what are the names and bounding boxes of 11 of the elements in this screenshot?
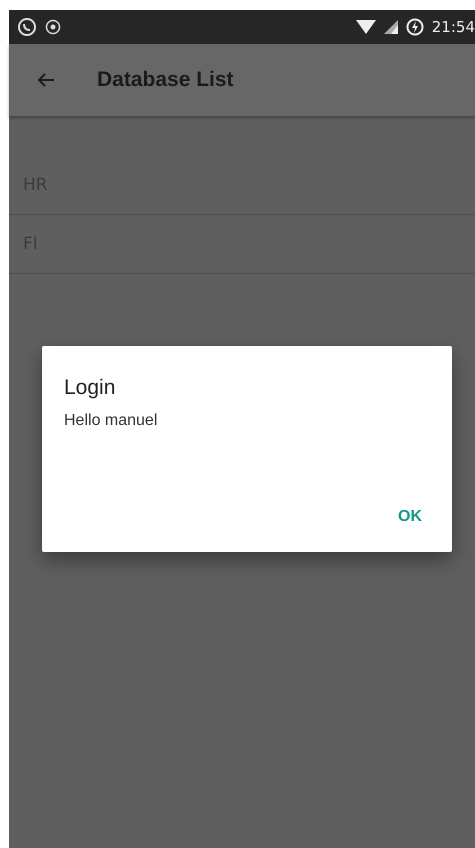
dialog-message: Hello manuel: [64, 412, 158, 430]
battery-charging-icon: [406, 18, 424, 36]
chat-app-icon: [17, 17, 37, 37]
ok-button[interactable]: OK: [392, 504, 428, 530]
back-arrow-icon: [37, 72, 55, 88]
app-bar-title: Database List: [97, 68, 234, 92]
status-time: 21:54: [432, 18, 475, 36]
wifi-icon: [356, 19, 376, 35]
signal-icon: [384, 19, 398, 35]
record-icon: [45, 19, 61, 35]
dialog-title: Login: [64, 376, 116, 400]
